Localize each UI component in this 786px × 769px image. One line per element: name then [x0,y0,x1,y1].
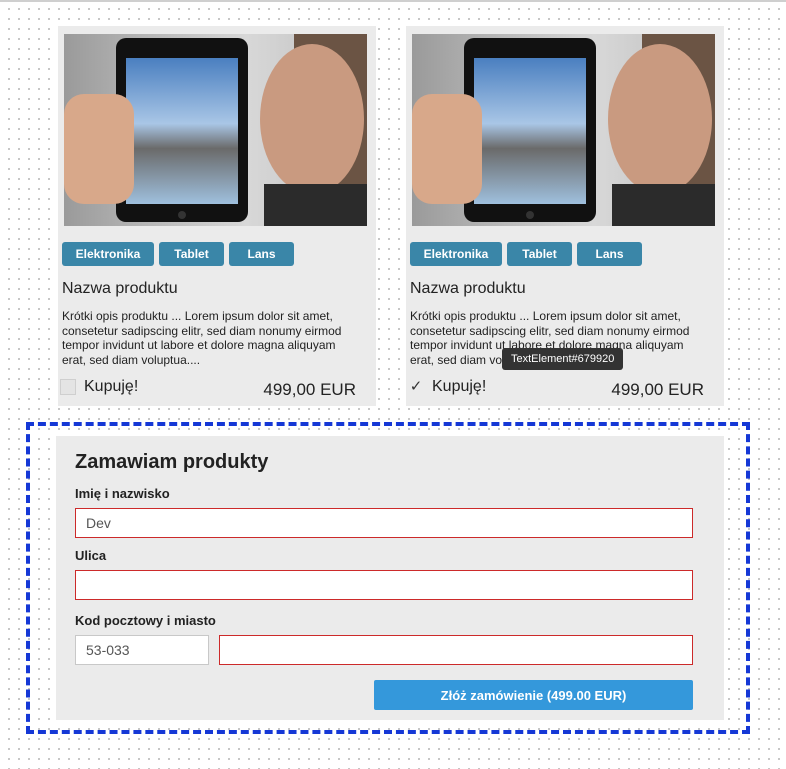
buy-option[interactable]: Kupuję! [60,378,138,396]
street-label: Ulica [75,548,107,563]
product-name: Nazwa produktu [410,280,526,297]
product-card-1: Elektronika Tablet Lans Nazwa produktu K… [58,26,376,406]
city-input[interactable] [219,635,693,665]
tag-elektronika[interactable]: Elektronika [410,242,502,266]
form-title: Zamawiam produkty [75,451,269,473]
name-label: Imię i nazwisko [75,486,170,501]
product-name: Nazwa produktu [62,280,178,297]
buy-label[interactable]: Kupuję! [432,378,486,396]
street-input[interactable] [75,570,693,600]
buy-checkbox[interactable] [60,379,76,395]
tag-tablet[interactable]: Tablet [507,242,572,266]
buy-label[interactable]: Kupuję! [84,378,138,396]
checkmark-icon[interactable]: ✓ [408,379,424,395]
top-divider [0,0,786,2]
city-label: Kod pocztowy i miasto [75,613,216,628]
product-description: Krótki opis produktu ... Lorem ipsum dol… [62,309,342,367]
product-price: 499,00 EUR [263,380,356,399]
product-image [64,34,367,226]
element-tooltip: TextElement#679920 [502,348,624,370]
buy-option[interactable]: ✓ Kupuję! [408,378,487,396]
tag-lans[interactable]: Lans [229,242,294,266]
tag-tablet[interactable]: Tablet [159,242,224,266]
postal-code-input[interactable] [75,635,209,665]
product-price: 499,00 EUR [611,380,704,399]
submit-order-button[interactable]: Złóż zamówienie (499.00 EUR) [374,680,693,710]
product-image [412,34,715,226]
tag-lans[interactable]: Lans [577,242,642,266]
tag-elektronika[interactable]: Elektronika [62,242,154,266]
name-input[interactable] [75,508,693,538]
order-form: Zamawiam produkty Imię i nazwisko Ulica … [56,436,724,720]
